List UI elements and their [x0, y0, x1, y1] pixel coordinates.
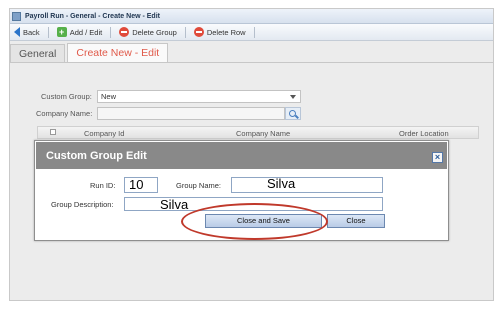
custom-group-value: New — [101, 92, 117, 101]
run-id-label: Run ID: — [90, 181, 116, 190]
add-edit-button-label: Add / Edit — [69, 27, 103, 37]
custom-group-label: Custom Group: — [41, 92, 92, 101]
group-description-label: Group Description: — [51, 200, 114, 209]
back-icon — [14, 27, 20, 37]
delete-row-button-label: Delete Row — [206, 27, 246, 37]
group-name-value: Silva — [267, 176, 296, 191]
company-name-input[interactable] — [97, 107, 285, 120]
window-title: Payroll Run - General - Create New - Edi… — [25, 12, 160, 20]
dialog-header: Custom Group Edit × — [36, 142, 447, 169]
close-button[interactable]: Close — [327, 214, 385, 228]
toolbar-separator — [110, 26, 112, 38]
title-bar: Payroll Run - General - Create New - Edi… — [10, 9, 493, 24]
custom-group-select[interactable]: New — [97, 90, 301, 103]
close-and-save-button[interactable]: Close and Save — [205, 214, 322, 228]
column-company-id[interactable]: Company Id — [84, 129, 124, 138]
tab-bar: General Create New - Edit — [10, 43, 493, 63]
back-button-label: Back — [23, 27, 40, 37]
tab-general[interactable]: General — [10, 44, 66, 62]
custom-group-edit-dialog: Custom Group Edit × Run ID: 10 Group Nam… — [34, 140, 449, 241]
toolbar-separator — [253, 26, 255, 38]
back-button[interactable]: Back — [14, 27, 40, 37]
close-icon[interactable]: × — [432, 152, 443, 163]
toolbar: Back + Add / Edit Delete Group Delete Ro… — [10, 24, 493, 41]
group-description-value: Silva — [160, 197, 189, 212]
delete-group-button[interactable]: Delete Group — [119, 27, 177, 37]
toolbar-separator — [47, 26, 49, 38]
delete-row-button[interactable]: Delete Row — [193, 27, 246, 37]
run-id-value: 10 — [129, 177, 144, 192]
tab-create-new-edit[interactable]: Create New - Edit — [67, 43, 169, 62]
column-order-location[interactable]: Order Location — [399, 129, 449, 138]
chevron-down-icon — [290, 95, 296, 99]
toolbar-separator — [184, 26, 186, 38]
delete-icon — [193, 27, 204, 37]
select-all-checkbox[interactable] — [50, 129, 56, 135]
grid-header: Company Id Company Name Order Location — [37, 126, 479, 139]
company-search-button[interactable] — [285, 107, 301, 120]
company-name-row: Company Name: — [36, 107, 301, 120]
dialog-title: Custom Group Edit — [46, 149, 147, 162]
group-name-field[interactable] — [231, 177, 383, 193]
add-edit-button[interactable]: + Add / Edit — [56, 27, 103, 37]
add-icon: + — [56, 27, 67, 37]
delete-group-button-label: Delete Group — [132, 27, 177, 37]
app-icon — [12, 11, 21, 21]
group-name-label: Group Name: — [176, 181, 222, 190]
column-company-name[interactable]: Company Name — [236, 129, 290, 138]
company-name-label: Company Name: — [36, 109, 93, 118]
custom-group-row: Custom Group: New — [41, 90, 301, 103]
delete-icon — [119, 27, 130, 37]
